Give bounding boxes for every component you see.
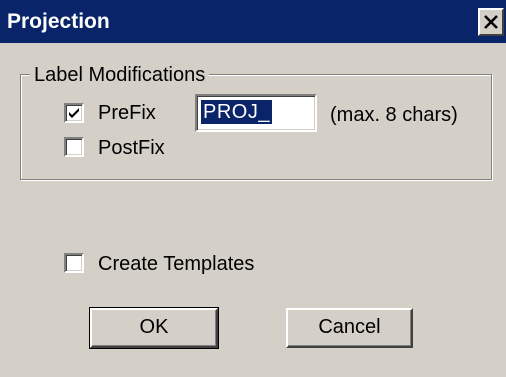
prefix-checkbox[interactable] — [64, 103, 84, 123]
group-legend: Label Modifications — [30, 62, 210, 88]
checkmark-icon — [69, 108, 79, 118]
window-title: Projection — [7, 10, 110, 33]
postfix-label[interactable]: PostFix — [98, 136, 165, 160]
postfix-checkbox[interactable] — [64, 137, 84, 157]
cancel-button[interactable]: Cancel — [286, 308, 413, 348]
prefix-input-value: PROJ_ — [201, 100, 272, 124]
title-bar[interactable]: Projection — [0, 0, 506, 45]
prefix-label[interactable]: PreFix — [98, 101, 156, 125]
create-templates-checkbox[interactable] — [64, 253, 84, 273]
prefix-max-hint: (max. 8 chars) — [330, 104, 458, 126]
projection-dialog: Projection Label Modifications PreFix PR… — [0, 0, 506, 377]
ok-button[interactable]: OK — [89, 307, 219, 349]
close-icon — [483, 15, 499, 29]
close-button[interactable] — [478, 8, 504, 36]
create-templates-label[interactable]: Create Templates — [98, 252, 254, 276]
prefix-input[interactable]: PROJ_ — [195, 94, 317, 132]
